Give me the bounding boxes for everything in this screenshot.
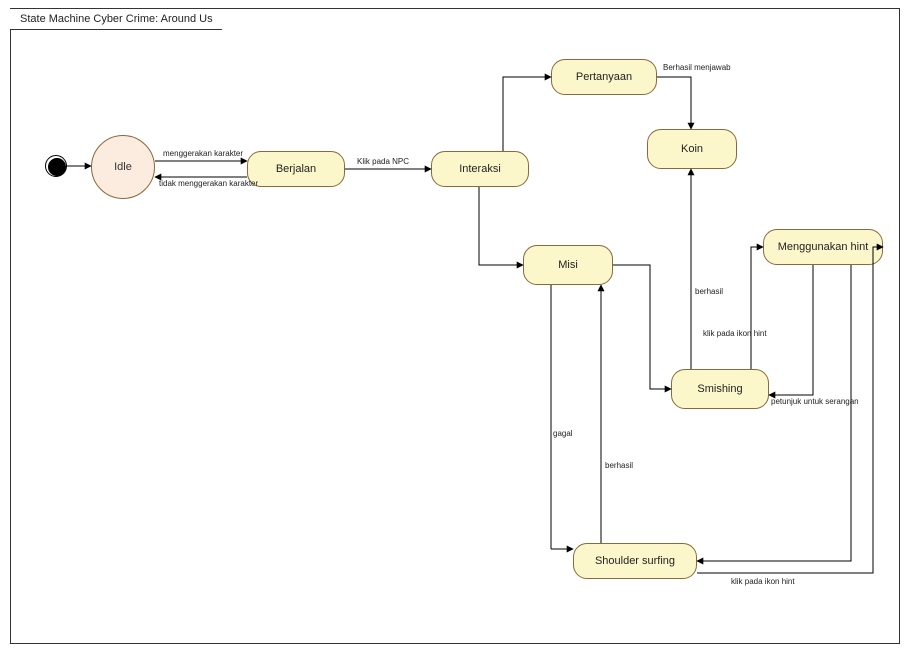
label-klik-npc: Klik pada NPC: [357, 157, 409, 166]
label-berhasil-smishing: berhasil: [695, 287, 723, 296]
label-berhasil-shoulder: berhasil: [605, 461, 633, 470]
label-klik-hint-smishing: klik pada ikon hint: [703, 329, 767, 338]
edge-interaksi-misi: [479, 187, 523, 265]
label-menggerakan: menggerakan karakter: [163, 149, 243, 158]
edge-smishing-hint: [751, 247, 763, 369]
label-klik-hint-shoulder: klik pada ikon hint: [731, 577, 795, 586]
label-gagal: gagal: [553, 429, 573, 438]
edge-hint-smishing: [769, 265, 813, 395]
label-berhasil-menjawab: Berhasil menjawab: [663, 63, 731, 72]
edges-layer: [11, 9, 899, 643]
edge-pertanyaan-koin: [657, 77, 691, 129]
label-petunjuk: petunjuk untuk serangan: [771, 397, 859, 406]
label-tidak-menggerakan: tidak menggerakan karakter: [159, 179, 258, 188]
edge-hint-shoulder: [697, 265, 851, 561]
edge-misi-smishing: [613, 265, 671, 389]
diagram-frame: State Machine Cyber Crime: Around Us Idl…: [10, 8, 900, 644]
edge-interaksi-pertanyaan: [503, 77, 551, 151]
edge-shoulder-hint: [697, 247, 883, 573]
